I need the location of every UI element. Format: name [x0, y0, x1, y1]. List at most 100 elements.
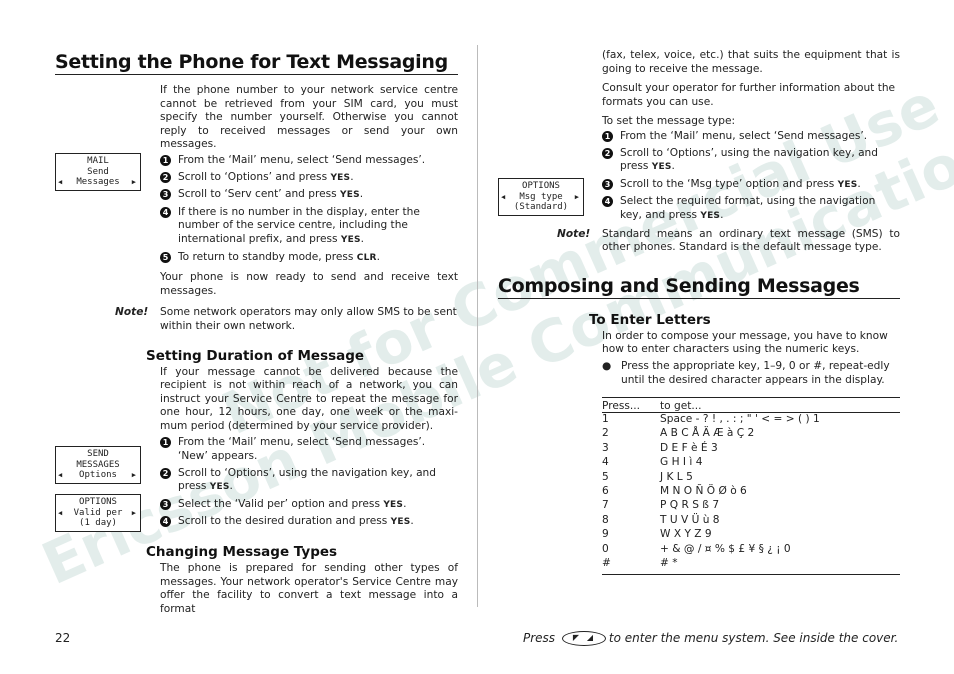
step: 2 Scroll to ‘Options’ and press YES. — [160, 171, 458, 186]
step: 3 Select the ‘Valid per’ option and press… — [160, 498, 458, 513]
consult-paragraph: Consult your operator for further inform… — [602, 82, 896, 108]
right-arrow-icon: ▶ — [574, 192, 579, 201]
step-number-icon: 4 — [602, 196, 613, 208]
table-row: 2 A B C Å Ä Æ à Ç 2 — [602, 427, 900, 441]
duration-intro: If your message cannot be delivered beca… — [160, 365, 458, 432]
key-label: YES — [209, 482, 230, 493]
chars-cell: G H I ì 4 — [660, 456, 703, 469]
step: 1 From the ‘Mail’ menu, select ‘Send mess… — [160, 154, 458, 168]
right-arrow-icon: ▶ — [131, 508, 136, 517]
bullet-item: ● Press the appropriate key, 1–9, 0 or #… — [602, 360, 900, 387]
table-row: 3 D E F è É 3 — [602, 442, 900, 456]
steps-list: 1 From the ‘Mail’ menu, select ‘Send mess… — [160, 154, 458, 265]
intro-paragraph: If the phone number to your network serv… — [160, 84, 458, 151]
key-cell: 5 — [602, 470, 609, 483]
step-number-icon: 3 — [160, 498, 171, 510]
footer-rest-text: to enter the menu system. See inside the… — [608, 631, 899, 645]
phone-display-options-msg-type: OPTIONS ◀ Msg type ▶ (Standard) — [498, 178, 584, 216]
chars-cell: Space - ? ! , . : ; " ' < = > ( ) 1 — [660, 413, 820, 426]
lcd-line: (Standard) — [513, 202, 569, 212]
chars-cell: A B C Å Ä Æ à Ç 2 — [660, 427, 755, 440]
note: Note! Some network operators may only al… — [115, 306, 458, 333]
table-row: 4 G H I ì 4 — [602, 456, 900, 470]
step-number-icon: 2 — [160, 171, 171, 183]
step-text: Scroll to the ‘Msg type’ option and pres… — [620, 177, 838, 190]
key-label: YES — [340, 190, 360, 201]
phone-display-options-valid-per: OPTIONS ◀ Valid per ▶ (1 day) — [55, 494, 141, 532]
lcd-line: Options — [79, 470, 117, 480]
step: 2 Scroll to ‘Options’, using the navigati… — [602, 147, 900, 175]
manual-page: Ericsson Mobile Communications AB Not fo… — [0, 0, 954, 674]
step-text: To return to standby mode, press — [178, 250, 357, 263]
subsection-title-duration: Setting Duration of Message — [146, 347, 365, 364]
lcd-line: Messages — [76, 177, 120, 187]
step-number-icon: 2 — [160, 467, 171, 479]
key-cell: 3 — [602, 441, 609, 454]
key-cell: # — [602, 557, 660, 575]
ready-paragraph: Your phone is now ready to send and rece… — [160, 271, 458, 297]
step-text: Select the ‘Valid per’ option and press — [178, 497, 384, 510]
step: 4 Scroll to the desired duration and pres… — [160, 515, 458, 530]
right-arrow-icon: ▶ — [131, 178, 136, 186]
step-text: Scroll to ‘Options’ and press — [178, 170, 331, 183]
phone-display-mail: MAIL Send ◀ Messages ▶ — [55, 153, 141, 191]
step-number-icon: 3 — [602, 178, 613, 190]
step-text: Scroll to the desired duration and press — [178, 515, 391, 528]
key-label: YES — [383, 499, 404, 510]
step: 2 Scroll to ‘Options’, using the navigati… — [160, 467, 458, 495]
column-header-press: Press... — [602, 397, 660, 414]
chars-cell: J K L 5 — [660, 470, 693, 483]
chars-cell: # * — [660, 557, 900, 575]
step-text: Select the required format, using the na… — [620, 195, 876, 221]
message-types-intro: The phone is prepared for sending other … — [160, 562, 458, 615]
lcd-line: OPTIONS — [522, 181, 560, 191]
footer-hint: Press ◤ ◢ to enter the menu system. See in… — [523, 631, 898, 646]
table-row: 9 W X Y Z 9 — [602, 528, 900, 542]
left-column: Setting the Phone for Text Messaging If … — [55, 40, 458, 616]
key-cell: 9 — [602, 528, 609, 541]
note-text: Standard means an ordinary text message … — [602, 227, 900, 254]
duration-steps: 1 From the ‘Mail’ menu, select ‘Send mess… — [160, 436, 458, 530]
menu-key-icon: ◤ ◢ — [561, 631, 606, 646]
continued-paragraph: (fax, telex, voice, etc.) that suits the… — [602, 49, 900, 75]
lcd-line: MAIL — [87, 156, 109, 166]
left-arrow-icon: ◀ — [58, 471, 63, 479]
enter-letters-intro: In order to compose your message, you ha… — [602, 329, 888, 356]
key-label: YES — [700, 210, 721, 221]
key-cell: 7 — [602, 499, 609, 512]
step: 5 To return to standby mode, press CLR. — [160, 251, 458, 266]
lcd-line: OPTIONS — [79, 497, 117, 507]
step-number-icon: 1 — [160, 437, 171, 449]
lcd-line: SEND — [87, 449, 109, 459]
chars-cell: M N O Ñ Ö Ø ò 6 — [660, 485, 747, 498]
key-label: YES — [837, 179, 858, 190]
chars-cell: P Q R S ß 7 — [660, 499, 720, 512]
step: 1 From the ‘Mail’ menu, select ‘Send mess… — [602, 130, 900, 144]
table-row: # # * — [602, 557, 900, 575]
step-number-icon: 2 — [602, 147, 613, 159]
phone-display-send-messages: SEND MESSAGES ◀ Options ▶ — [55, 446, 141, 484]
table-header-row: Press... to get... — [602, 397, 900, 414]
table-row: 6 M N O Ñ Ö Ø ò 6 — [602, 485, 900, 499]
lcd-line: Valid per — [73, 507, 123, 518]
subsection-title-enter-letters: To Enter Letters — [589, 311, 711, 328]
right-arrow-icon: ▶ — [131, 471, 136, 479]
note: Note! Standard means an ordinary text me… — [557, 227, 900, 255]
step-number-icon: 4 — [160, 206, 171, 218]
key-label: YES — [340, 234, 361, 245]
table-row: 5 J K L 5 — [602, 471, 900, 485]
step-text: From the ‘Mail’ menu, select ‘Send messa… — [620, 129, 868, 142]
key-cell: 0 — [602, 542, 609, 555]
key-cell: 6 — [602, 485, 609, 498]
key-cell: 4 — [602, 456, 609, 469]
step: 4 Select the required format, using the n… — [602, 195, 900, 223]
step-text: From the ‘Mail’ menu, select ‘Send messa… — [178, 153, 426, 166]
step: 3 Scroll to ‘Serv cent’ and press YES. — [160, 188, 458, 203]
msg-type-steps: 1 From the ‘Mail’ menu, select ‘Send mess… — [602, 130, 900, 224]
lcd-line: Send — [87, 166, 109, 177]
step-number-icon: 4 — [160, 516, 171, 528]
step-text: If there is no number in the display, en… — [178, 205, 420, 245]
section-title-text-messaging: Setting the Phone for Text Messaging — [55, 51, 458, 75]
key-label: YES — [390, 517, 411, 528]
step-number-icon: 3 — [160, 189, 171, 201]
